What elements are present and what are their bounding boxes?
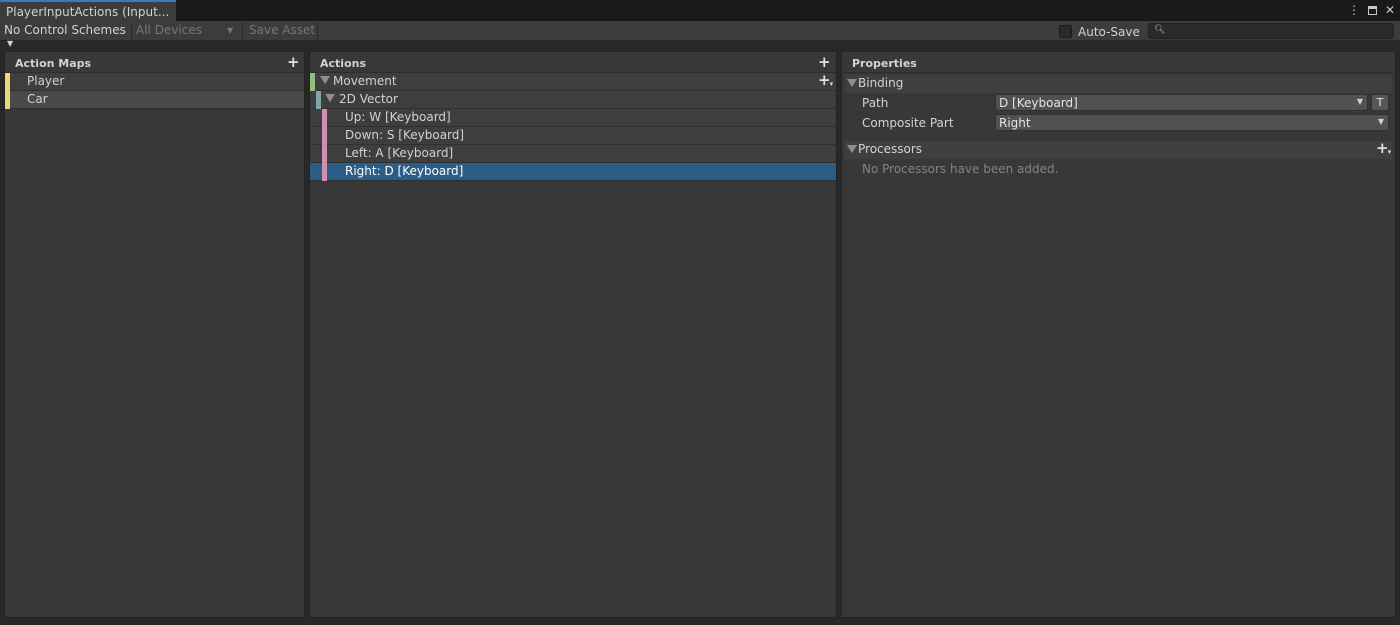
control-schemes-dropdown[interactable]: No Control Schemes ▼ bbox=[0, 22, 131, 48]
binding-color-bar bbox=[322, 163, 327, 181]
processors-empty-row: No Processors have been added. bbox=[842, 159, 1395, 179]
binding-label: Right: D [Keyboard] bbox=[345, 164, 464, 178]
composite-label: 2D Vector bbox=[339, 92, 398, 106]
control-schemes-label: No Control Schemes bbox=[4, 23, 126, 37]
binding-item-up[interactable]: Up: W [Keyboard] bbox=[310, 109, 836, 127]
devices-dropdown[interactable]: All Devices ▼ bbox=[132, 22, 242, 40]
binding-color-bar bbox=[322, 145, 327, 163]
properties-title: Properties bbox=[852, 57, 917, 70]
processors-empty-message: No Processors have been added. bbox=[862, 162, 1059, 176]
action-color-bar bbox=[310, 73, 315, 91]
expand-triangle-icon[interactable] bbox=[325, 94, 335, 102]
window-tab-bar: PlayerInputActions (Input... ⋮ ✕ bbox=[0, 0, 1400, 21]
binding-color-bar bbox=[322, 109, 327, 127]
action-maps-panel: Action Maps + Player Car bbox=[4, 51, 305, 618]
chevron-down-icon: ▼ bbox=[1356, 97, 1363, 106]
properties-header: Properties bbox=[842, 52, 1395, 73]
vertical-ellipsis-icon[interactable]: ⋮ bbox=[1348, 2, 1360, 18]
maximize-icon[interactable] bbox=[1366, 2, 1378, 18]
plus-icon[interactable]: + bbox=[287, 53, 300, 71]
action-map-item-player[interactable]: Player bbox=[5, 73, 304, 91]
text-mode-button[interactable]: T bbox=[1371, 94, 1389, 111]
auto-save-toggle[interactable]: Auto-Save bbox=[1059, 23, 1140, 39]
action-item-movement[interactable]: Movement +▾ bbox=[310, 71, 836, 91]
binding-item-right[interactable]: Right: D [Keyboard] bbox=[310, 163, 836, 181]
chevron-down-icon: ▼ bbox=[1377, 117, 1384, 126]
toolbar: No Control Schemes ▼ All Devices ▼ Save A… bbox=[0, 21, 1400, 48]
binding-label: Down: S [Keyboard] bbox=[345, 128, 465, 142]
actions-panel: Actions + Movement +▾ 2D Vector Up: W [K… bbox=[309, 51, 837, 618]
processors-section-label: Processors bbox=[858, 142, 923, 156]
composite-part-label: Composite Part bbox=[862, 116, 954, 130]
action-map-label: Player bbox=[27, 74, 65, 88]
properties-panel: Properties Binding Path D [Keyboard] ▼ T… bbox=[841, 51, 1396, 618]
expand-triangle-icon[interactable] bbox=[847, 145, 857, 153]
composite-part-row: Composite Part Right ▼ bbox=[842, 113, 1395, 133]
path-label: Path bbox=[862, 96, 889, 110]
close-icon[interactable]: ✕ bbox=[1384, 2, 1396, 18]
action-map-color-bar bbox=[5, 73, 10, 91]
toolbar-divider bbox=[242, 22, 243, 40]
expand-triangle-icon[interactable] bbox=[320, 76, 330, 84]
search-input[interactable]: 🔍︎ bbox=[1148, 23, 1394, 39]
composite-color-bar bbox=[316, 91, 321, 109]
binding-label: Up: W [Keyboard] bbox=[345, 110, 451, 124]
devices-label: All Devices bbox=[136, 23, 202, 37]
action-map-color-bar bbox=[5, 91, 10, 109]
plus-icon[interactable]: + bbox=[818, 53, 831, 71]
auto-save-label: Auto-Save bbox=[1078, 25, 1140, 39]
binding-section-header[interactable]: Binding bbox=[845, 75, 1392, 93]
auto-save-checkbox[interactable] bbox=[1059, 24, 1072, 38]
action-map-label: Car bbox=[27, 92, 48, 106]
toolbar-divider bbox=[317, 22, 318, 40]
path-value: D [Keyboard] bbox=[999, 96, 1078, 110]
binding-section-label: Binding bbox=[858, 76, 904, 90]
binding-item-down[interactable]: Down: S [Keyboard] bbox=[310, 127, 836, 145]
plus-dropdown-icon[interactable]: +▾ bbox=[1376, 139, 1391, 157]
action-maps-title: Action Maps bbox=[15, 57, 92, 70]
expand-triangle-icon[interactable] bbox=[847, 79, 857, 87]
action-map-item-car[interactable]: Car bbox=[5, 91, 304, 109]
composite-item-2d-vector[interactable]: 2D Vector bbox=[310, 91, 836, 109]
binding-color-bar bbox=[322, 127, 327, 145]
binding-item-left[interactable]: Left: A [Keyboard] bbox=[310, 145, 836, 163]
actions-title: Actions bbox=[320, 57, 366, 70]
chevron-down-icon: ▼ bbox=[227, 26, 234, 35]
window-controls: ⋮ ✕ bbox=[1348, 2, 1396, 18]
action-maps-header: Action Maps + bbox=[5, 52, 304, 73]
path-dropdown[interactable]: D [Keyboard] ▼ bbox=[995, 94, 1368, 111]
composite-part-value: Right bbox=[999, 116, 1031, 130]
action-label: Movement bbox=[333, 74, 397, 88]
actions-header: Actions + bbox=[310, 52, 836, 73]
binding-label: Left: A [Keyboard] bbox=[345, 146, 454, 160]
plus-dropdown-icon[interactable]: +▾ bbox=[818, 71, 833, 89]
path-row: Path D [Keyboard] ▼ T bbox=[842, 93, 1395, 113]
save-asset-button[interactable]: Save Asset bbox=[245, 22, 317, 40]
composite-part-dropdown[interactable]: Right ▼ bbox=[995, 114, 1389, 131]
search-icon: 🔍︎ bbox=[1154, 25, 1166, 35]
window-tab[interactable]: PlayerInputActions (Input... bbox=[0, 0, 176, 21]
chevron-down-icon: ▼ bbox=[7, 39, 14, 48]
processors-section-header[interactable]: Processors +▾ bbox=[845, 139, 1392, 159]
